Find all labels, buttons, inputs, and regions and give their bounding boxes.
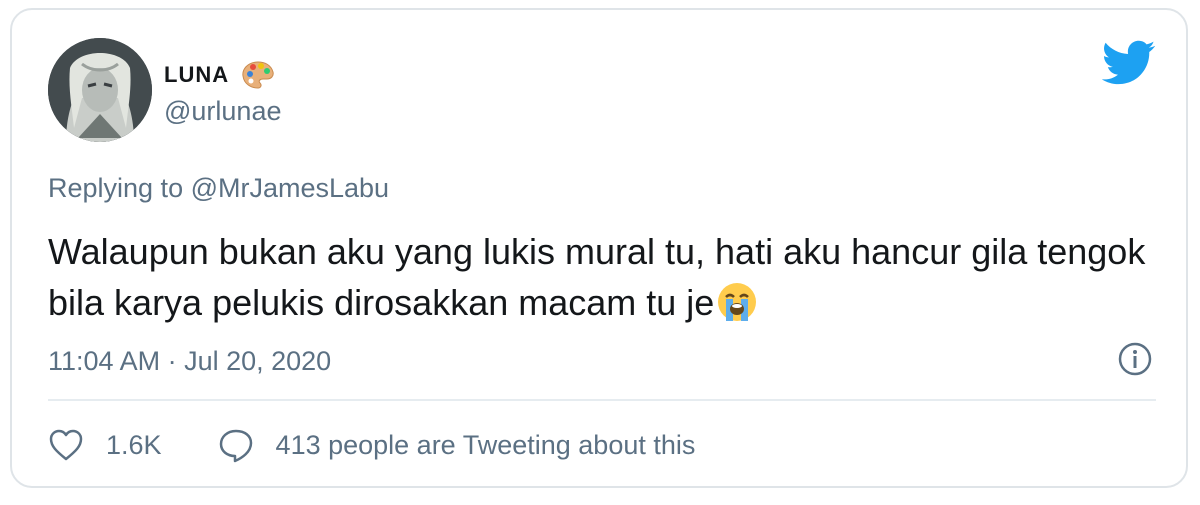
tweet-text: Walaupun bukan aku yang lukis mural tu, … [48,226,1168,328]
avatar[interactable] [48,38,152,142]
tweeting-about-text: 413 people are Tweeting about this [275,429,696,460]
info-icon[interactable] [1116,340,1154,378]
loudly-crying-face-icon [718,283,757,321]
like-count: 1.6K [106,429,162,460]
twitter-bird-icon[interactable] [1102,40,1156,86]
author-name-row[interactable]: LUNA [164,58,275,92]
like-button[interactable]: 1.6K [48,428,162,462]
tweet-card[interactable]: LUNA @urlunae Replying to @MrJamesLabu W… [10,8,1188,488]
artist-palette-icon [242,61,274,89]
tweet-actions: 1.6K 413 people are Tweeting about this [48,424,695,466]
tweet-body: Walaupun bukan aku yang lukis mural tu, … [48,231,1146,323]
divider [48,399,1156,401]
tweeting-about-button[interactable]: 413 people are Tweeting about this [218,427,696,463]
tweet-timestamp[interactable]: 11:04 AM · Jul 20, 2020 [48,346,331,377]
replying-to[interactable]: Replying to @MrJamesLabu [48,173,389,204]
heart-icon [49,429,83,461]
speech-bubble-icon [219,429,252,463]
user-handle[interactable]: @urlunae [164,96,281,127]
display-name[interactable]: LUNA [164,62,229,88]
